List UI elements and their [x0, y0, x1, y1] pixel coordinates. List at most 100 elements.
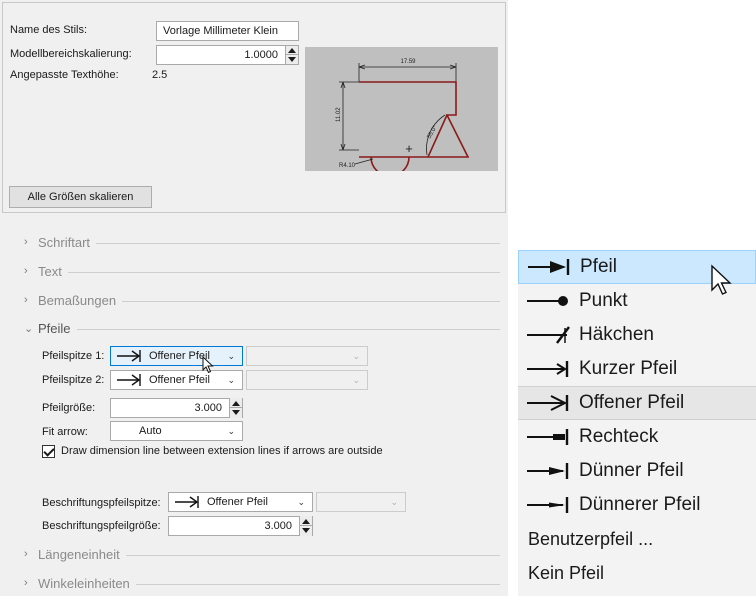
- section-font[interactable]: › Schriftart: [24, 232, 500, 252]
- section-angle-units-title: Winkeleinheiten: [38, 575, 130, 591]
- model-scale-input[interactable]: 1.0000: [156, 45, 299, 65]
- style-name-input[interactable]: Vorlage Millimeter Klein: [156, 21, 299, 41]
- fit-arrow-label: Fit arrow:: [42, 426, 88, 438]
- section-dimensions[interactable]: › Bemaßungen: [24, 290, 500, 310]
- menu-item-label: Pfeil: [580, 256, 617, 277]
- chevron-down-icon: ⌄: [227, 351, 235, 361]
- leader-size-value: 3.000: [264, 520, 292, 532]
- tick-arrow-icon: [527, 326, 570, 344]
- arrow-size-spinner[interactable]: [229, 398, 242, 418]
- leader-arrow-label: Beschriftungspfeilspitze:: [42, 497, 161, 509]
- menu-item-thinner-arrow[interactable]: Dünnerer Pfeil: [518, 488, 756, 522]
- chevron-right-icon: ›: [24, 265, 28, 277]
- menu-item-label: Dünner Pfeil: [579, 460, 684, 481]
- menu-item-thin-arrow[interactable]: Dünner Pfeil: [518, 454, 756, 488]
- fit-arrow-select[interactable]: Auto ⌄: [110, 421, 243, 441]
- spinner-up-icon[interactable]: [302, 519, 310, 524]
- filled-arrow-icon: [528, 259, 570, 275]
- menu-item-label: Kurzer Pfeil: [579, 358, 678, 379]
- arrowhead2-secondary-select[interactable]: ⌄: [246, 370, 368, 390]
- mouse-cursor-icon: [711, 264, 732, 295]
- chevron-down-icon: ⌄: [390, 497, 398, 507]
- arrow-size-label: Pfeilgröße:: [42, 402, 96, 414]
- dim-left-text: 11.02: [336, 107, 342, 122]
- scale-all-sizes-button[interactable]: Alle Größen skalieren: [9, 186, 152, 208]
- model-scale-label: Modellbereichskalierung:: [10, 48, 132, 60]
- arrowhead1-value: Offener Pfeil: [149, 350, 210, 362]
- menu-item-custom-arrow[interactable]: Benutzerpfeil ...: [518, 522, 756, 556]
- menu-item-no-arrow[interactable]: Kein Pfeil: [518, 556, 756, 590]
- thin-arrow-icon: [527, 463, 569, 479]
- mouse-cursor-icon: [202, 356, 214, 374]
- chevron-right-icon: ›: [24, 294, 28, 306]
- spinner-up-icon[interactable]: [288, 48, 296, 53]
- spinner-down-icon[interactable]: [288, 57, 296, 62]
- dim-top-text: 17.59: [400, 59, 416, 65]
- chevron-right-icon: ›: [24, 548, 28, 560]
- style-overview-panel: Name des Stils: Vorlage Millimeter Klein…: [2, 2, 506, 213]
- style-name-label: Name des Stils:: [10, 24, 88, 36]
- arrowhead2-value: Offener Pfeil: [149, 374, 210, 386]
- section-angle-units[interactable]: › Winkeleinheiten: [24, 573, 500, 593]
- arrowhead1-select[interactable]: Offener Pfeil ⌄: [110, 346, 243, 366]
- chevron-down-icon: ⌄: [352, 375, 360, 385]
- dim-radius-text: R4.10: [339, 163, 356, 169]
- section-arrows[interactable]: ⌄ Pfeile: [24, 318, 500, 338]
- menu-item-short-arrow[interactable]: Kurzer Pfeil: [518, 352, 756, 386]
- arrow-size-value: 3.000: [194, 402, 222, 414]
- preview-drawing: 17.59 11.02 + 55.0° R4.10: [336, 59, 470, 177]
- rectangle-arrow-icon: [527, 429, 569, 445]
- section-arrows-title: Pfeile: [38, 320, 71, 336]
- model-scale-spinner[interactable]: [285, 46, 298, 64]
- arrowhead-dropdown-menu: Pfeil Punkt Häkchen Kurzer Pfeil Offener…: [518, 250, 756, 596]
- short-arrow-icon: [527, 361, 569, 377]
- fit-arrow-value: Auto: [139, 425, 162, 437]
- open-arrow-icon: [117, 350, 141, 362]
- dimension-style-dialog: Name des Stils: Vorlage Millimeter Klein…: [0, 0, 508, 596]
- text-height-label: Angepasste Texthöhe:: [10, 69, 119, 81]
- chevron-right-icon: ›: [24, 577, 28, 589]
- arrowhead2-label: Pfeilspitze 2:: [42, 374, 105, 386]
- model-scale-value: 1.0000: [244, 49, 278, 61]
- arrowhead1-label: Pfeilspitze 1:: [42, 350, 105, 362]
- spinner-down-icon[interactable]: [302, 528, 310, 533]
- open-arrow-icon: [175, 496, 199, 508]
- dimension-preview: 17.59 11.02 + 55.0° R4.10: [305, 47, 498, 177]
- draw-dim-line-checkbox[interactable]: [42, 445, 55, 458]
- menu-item-rectangle[interactable]: Rechteck: [518, 420, 756, 454]
- leader-arrow-select[interactable]: Offener Pfeil ⌄: [168, 492, 313, 512]
- menu-item-label: Häkchen: [579, 324, 654, 345]
- spinner-up-icon[interactable]: [232, 401, 240, 406]
- leader-size-spinner[interactable]: [299, 516, 312, 536]
- open-arrow-icon: [527, 395, 569, 411]
- dot-arrow-icon: [527, 296, 568, 306]
- leader-size-input[interactable]: 3.000: [168, 516, 313, 536]
- spinner-down-icon[interactable]: [232, 410, 240, 415]
- chevron-down-icon: ⌄: [24, 322, 34, 335]
- arrowhead1-secondary-select[interactable]: ⌄: [246, 346, 368, 366]
- section-length-unit-title: Längeneinheit: [38, 546, 120, 562]
- center-mark: +: [405, 141, 413, 156]
- menu-item-open-arrow[interactable]: Offener Pfeil: [518, 386, 756, 420]
- arrowhead2-select[interactable]: Offener Pfeil ⌄: [110, 370, 243, 390]
- section-text-title: Text: [38, 263, 62, 279]
- section-font-title: Schriftart: [38, 234, 91, 250]
- arrow-size-input[interactable]: 3.000: [110, 398, 243, 418]
- leader-arrow-secondary-select[interactable]: ⌄: [316, 492, 406, 512]
- menu-item-label: Dünnerer Pfeil: [579, 494, 701, 515]
- menu-item-tick[interactable]: Häkchen: [518, 318, 756, 352]
- leader-size-label: Beschriftungspfeilgröße:: [42, 520, 161, 532]
- section-text[interactable]: › Text: [24, 261, 500, 281]
- leader-arrow-value: Offener Pfeil: [207, 496, 268, 508]
- chevron-down-icon: ⌄: [297, 497, 305, 507]
- menu-item-label: Offener Pfeil: [579, 392, 685, 413]
- open-arrow-icon: [117, 374, 141, 386]
- menu-item-label: Punkt: [579, 290, 628, 311]
- chevron-down-icon: ⌄: [352, 351, 360, 361]
- section-length-unit[interactable]: › Längeneinheit: [24, 544, 500, 564]
- section-dimensions-title: Bemaßungen: [38, 292, 117, 308]
- chevron-down-icon: ⌄: [227, 375, 235, 385]
- text-height-value: 2.5: [152, 69, 168, 81]
- chevron-right-icon: ›: [24, 236, 28, 248]
- thinner-arrow-icon: [527, 497, 569, 513]
